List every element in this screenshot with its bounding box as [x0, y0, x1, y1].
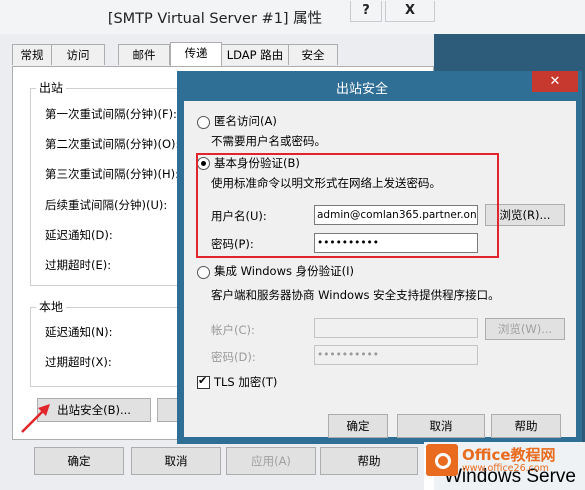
dialog-cancel-button[interactable]: 取消	[397, 414, 485, 438]
outbound-group-title: 出站	[36, 79, 67, 96]
dialog-help-button[interactable]: 帮助	[491, 414, 561, 438]
tls-checkbox[interactable]	[197, 374, 210, 389]
second-retry-label: 第二次重试间隔(分钟)(O):	[45, 137, 180, 151]
anonymous-desc: 不需要用户名或密码。	[211, 134, 326, 148]
cancel-button[interactable]: 取消	[131, 447, 221, 475]
integrated-password-label: 密码(D):	[211, 350, 256, 364]
integrated-auth-desc: 客户端和服务器协商 Windows 安全支持提供程序接口。	[211, 288, 500, 302]
tab-access[interactable]: 访问	[51, 44, 105, 65]
tab-ldap-routing[interactable]: LDAP 路由	[221, 44, 289, 65]
tls-label[interactable]: TLS 加密(T)	[214, 374, 277, 390]
local-delay-notify-label: 延迟通知(N):	[45, 325, 113, 339]
help-titlebar-button[interactable]: ?	[350, 1, 382, 22]
local-expiration-timeout-label: 过期超时(X):	[45, 355, 112, 369]
watermark-brand: Office教程网	[462, 446, 556, 464]
window-titlebar: [SMTP Virtual Server #1] 属性	[0, 0, 585, 34]
browse-account-button[interactable]: 浏览(W)...	[485, 318, 565, 340]
tab-delivery[interactable]: 传递	[170, 42, 222, 67]
dialog-titlebar: 出站安全	[177, 71, 582, 101]
close-titlebar-button[interactable]: X	[385, 1, 435, 22]
help-button[interactable]: 帮助	[320, 447, 418, 475]
integrated-auth-label[interactable]: 集成 Windows 身份验证(I)	[214, 263, 354, 279]
local-group-title: 本地	[36, 298, 67, 315]
tab-messages[interactable]: 邮件	[118, 44, 170, 65]
tab-general[interactable]: 常规	[12, 44, 52, 65]
ok-button[interactable]: 确定	[34, 447, 124, 475]
annotation-arrow-icon	[21, 404, 50, 433]
tab-security[interactable]: 安全	[288, 44, 338, 65]
highlight-box	[196, 153, 499, 258]
delay-notify-label: 延迟通知(D):	[45, 228, 113, 242]
first-retry-label: 第一次重试间隔(分钟)(F):	[45, 107, 177, 121]
anonymous-radio[interactable]	[197, 116, 210, 129]
account-label: 帐户(C):	[211, 323, 255, 337]
subsequent-retry-label: 后续重试间隔(分钟)(U):	[45, 198, 168, 212]
watermark-url: www.office26.com	[462, 463, 549, 474]
integrated-password-input[interactable]: ••••••••••	[314, 345, 478, 365]
integrated-auth-radio[interactable]	[197, 266, 210, 279]
third-retry-label: 第三次重试间隔(分钟)(H):	[45, 167, 179, 181]
account-input[interactable]	[314, 318, 478, 338]
anonymous-label[interactable]: 匿名访问(A)	[214, 113, 277, 129]
expiration-timeout-label: 过期超时(E):	[45, 258, 112, 272]
local-group	[30, 307, 192, 387]
dialog-close-button[interactable]: ✕	[532, 71, 578, 92]
dialog-ok-button[interactable]: 确定	[328, 414, 388, 438]
dialog-title: 出站安全	[335, 82, 388, 97]
apply-button[interactable]: 应用(A)	[226, 447, 316, 475]
office-logo-icon	[426, 444, 458, 476]
